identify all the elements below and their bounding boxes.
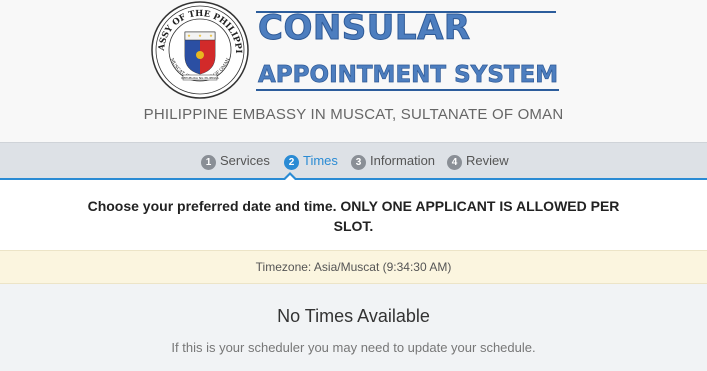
site-header: EMBASSY OF THE PHILIPPINES MUSCAT, SULTA… bbox=[0, 0, 707, 142]
title-consular: CONSULAR bbox=[258, 8, 471, 49]
step-services[interactable]: 1 Services bbox=[201, 153, 270, 170]
step-navigation: 1 Services 2 Times 3 Information 4 Review bbox=[0, 142, 707, 179]
step-label: Information bbox=[370, 153, 436, 168]
step-label: Services bbox=[220, 153, 270, 168]
step-review[interactable]: 4 Review bbox=[447, 153, 509, 170]
embassy-seal-logo: EMBASSY OF THE PHILIPPINES MUSCAT, SULTA… bbox=[149, 0, 249, 99]
title-appointment-system: APPOINTMENT SYSTEM bbox=[258, 62, 559, 89]
step-information[interactable]: 3 Information bbox=[351, 153, 435, 170]
step-label: Review bbox=[466, 153, 509, 168]
instructions-panel: Choose your preferred date and time. ONL… bbox=[0, 180, 707, 250]
empty-state-hint: If this is your scheduler you may need t… bbox=[171, 340, 536, 355]
step-number: 1 bbox=[201, 155, 216, 170]
step-times[interactable]: 2 Times bbox=[284, 153, 338, 170]
step-label: Times bbox=[303, 153, 338, 168]
step-number: 2 bbox=[284, 155, 299, 170]
empty-state-title: No Times Available bbox=[277, 306, 430, 326]
seal-banner-text: REPUBLIKA NG PILIPINAS bbox=[181, 76, 218, 80]
title-rule-bottom bbox=[256, 89, 559, 91]
instructions-text: Choose your preferred date and time. ONL… bbox=[87, 198, 620, 234]
embassy-subtitle: PHILIPPINE EMBASSY IN MUSCAT, SULTANATE … bbox=[143, 106, 564, 123]
timezone-text: Timezone: Asia/Muscat (9:34:30 AM) bbox=[255, 260, 452, 274]
step-number: 4 bbox=[447, 155, 462, 170]
timezone-bar: Timezone: Asia/Muscat (9:34:30 AM) bbox=[0, 250, 707, 284]
step-number: 3 bbox=[351, 155, 366, 170]
